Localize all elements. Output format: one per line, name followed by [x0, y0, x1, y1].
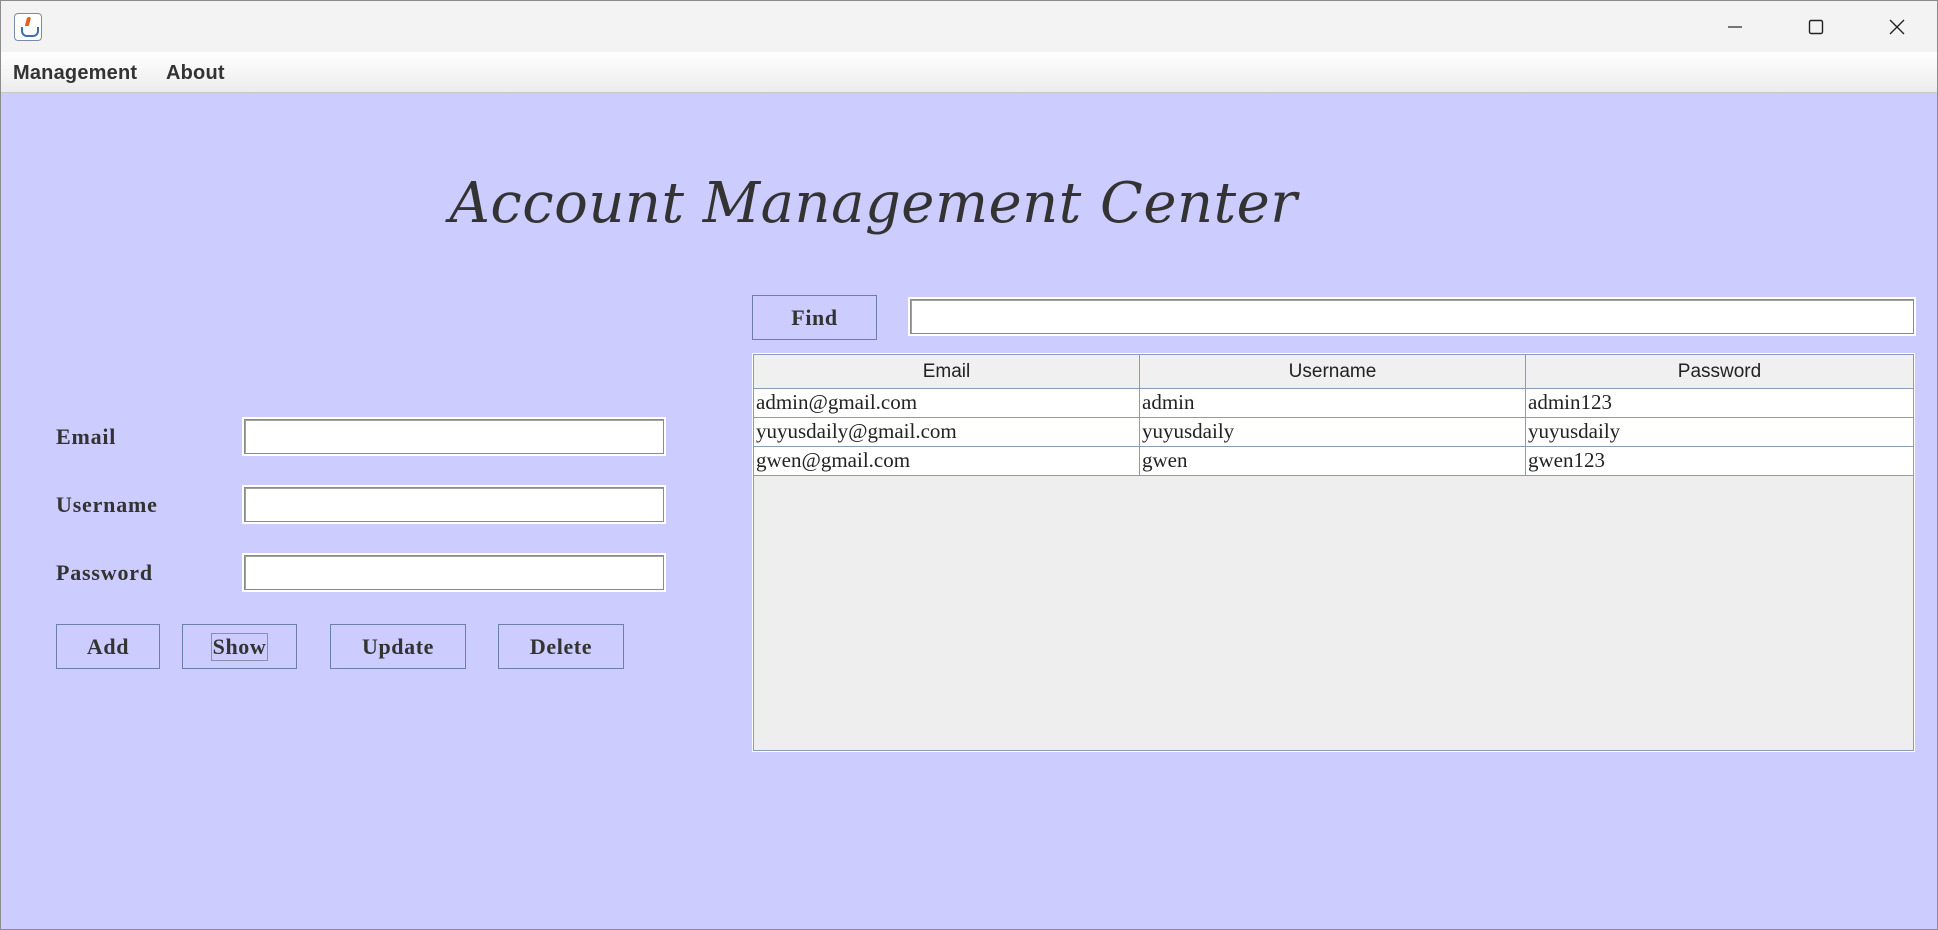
- minimize-button[interactable]: [1694, 1, 1775, 52]
- column-header-email[interactable]: Email: [754, 355, 1140, 388]
- menu-bar: Management About: [1, 52, 1937, 93]
- update-button-label: Update: [361, 633, 435, 659]
- minimize-icon: [1727, 25, 1742, 28]
- delete-button-label: Delete: [529, 633, 593, 659]
- password-label: Password: [56, 560, 153, 585]
- table-cell-username: admin: [1140, 389, 1526, 417]
- password-field[interactable]: [242, 553, 666, 592]
- email-field[interactable]: [242, 417, 666, 456]
- java-coffee-cup-icon[interactable]: [14, 13, 42, 41]
- table-cell-username: yuyusdaily: [1140, 418, 1526, 446]
- table-cell-email: yuyusdaily@gmail.com: [754, 418, 1140, 446]
- close-button[interactable]: [1856, 1, 1937, 52]
- table-body: admin@gmail.com admin admin123 yuyusdail…: [754, 389, 1913, 476]
- delete-button[interactable]: Delete: [498, 624, 624, 669]
- table-row[interactable]: yuyusdaily@gmail.com yuyusdaily yuyusdai…: [754, 418, 1913, 447]
- table-header: Email Username Password: [754, 355, 1913, 389]
- table-cell-password: admin123: [1528, 390, 1612, 414]
- table-row[interactable]: admin@gmail.com admin admin123: [754, 389, 1913, 418]
- maximize-icon: [1808, 19, 1823, 34]
- maximize-button[interactable]: [1775, 1, 1856, 52]
- accounts-table[interactable]: Email Username Password admin@gmail.com …: [752, 353, 1915, 752]
- search-input[interactable]: [908, 297, 1916, 336]
- page-title: Account Management Center: [449, 171, 1298, 236]
- table-cell-email: admin@gmail.com: [754, 389, 1140, 417]
- menu-management[interactable]: Management: [13, 62, 137, 85]
- add-button-label: Add: [86, 633, 130, 659]
- menu-about[interactable]: About: [166, 62, 225, 85]
- column-header-username[interactable]: Username: [1140, 355, 1526, 388]
- add-button[interactable]: Add: [56, 624, 160, 669]
- table-row[interactable]: gwen@gmail.com gwen gwen123: [754, 447, 1913, 476]
- show-button[interactable]: Show: [182, 624, 297, 669]
- email-label: Email: [56, 424, 117, 449]
- find-button[interactable]: Find: [752, 295, 877, 340]
- find-button-label: Find: [791, 304, 838, 330]
- username-field[interactable]: [242, 485, 666, 524]
- table-cell-email: gwen@gmail.com: [754, 447, 1140, 475]
- app-window: Management About Account Management Cent…: [0, 0, 1938, 930]
- table-cell-username: gwen: [1140, 447, 1526, 475]
- table-cell-password: yuyusdaily: [1528, 419, 1621, 443]
- column-header-password[interactable]: Password: [1526, 355, 1913, 388]
- show-button-label: Show: [210, 632, 269, 661]
- table-cell-password: gwen123: [1528, 448, 1605, 472]
- username-label: Username: [56, 492, 158, 517]
- title-bar[interactable]: [1, 1, 1937, 52]
- update-button[interactable]: Update: [330, 624, 466, 669]
- close-icon: [1889, 19, 1904, 34]
